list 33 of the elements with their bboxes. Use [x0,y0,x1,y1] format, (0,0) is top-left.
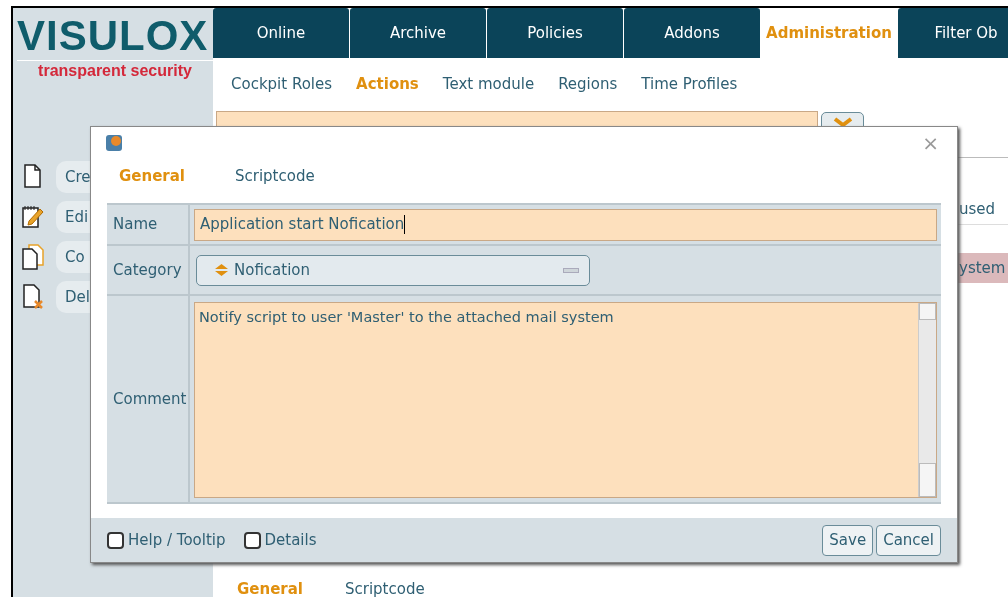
checkbox-label: Help / Tooltip [128,529,226,551]
tab[interactable]: Archive [350,8,486,58]
app-icon [105,134,123,152]
tab[interactable]: Scriptcode [345,577,425,597]
field-label: Name [107,205,190,244]
dialog-button[interactable]: Save [822,524,874,556]
logo-tagline: transparent security [37,61,193,81]
field-label: Category [107,246,190,294]
comment-field[interactable]: Notify script to user 'Master' to the attached mail system [194,302,937,498]
checkbox[interactable] [243,531,261,549]
name-field[interactable]: Application start Nofication [194,208,937,241]
copy-icon [21,244,45,270]
checkbox[interactable] [107,531,124,549]
tab[interactable]: Filter Ob [898,8,1008,58]
scrollbar[interactable] [918,303,936,497]
dialog-tab[interactable]: Scriptcode [235,164,315,188]
notepad-pencil-icon [21,204,45,230]
subtab[interactable]: Regions [558,72,618,96]
document-icon [22,164,44,190]
tab[interactable]: Online [213,8,349,58]
tab[interactable]: Policies [487,8,623,58]
checkbox-label: Details [264,529,317,551]
sort-arrows-icon [215,264,228,276]
subtab[interactable]: Text module [442,72,535,96]
delete-document-icon [21,284,45,310]
subtab[interactable]: Cockpit Roles [231,72,333,96]
dialog-button[interactable]: Cancel [876,524,941,556]
field-label: Comment [107,296,190,502]
category-select[interactable]: Nofication [196,254,590,286]
tab[interactable]: Addons [624,8,760,58]
subtab[interactable]: Time Profiles [641,72,738,96]
chevron-icon [832,117,853,127]
dropdown-handle-icon [563,267,579,273]
